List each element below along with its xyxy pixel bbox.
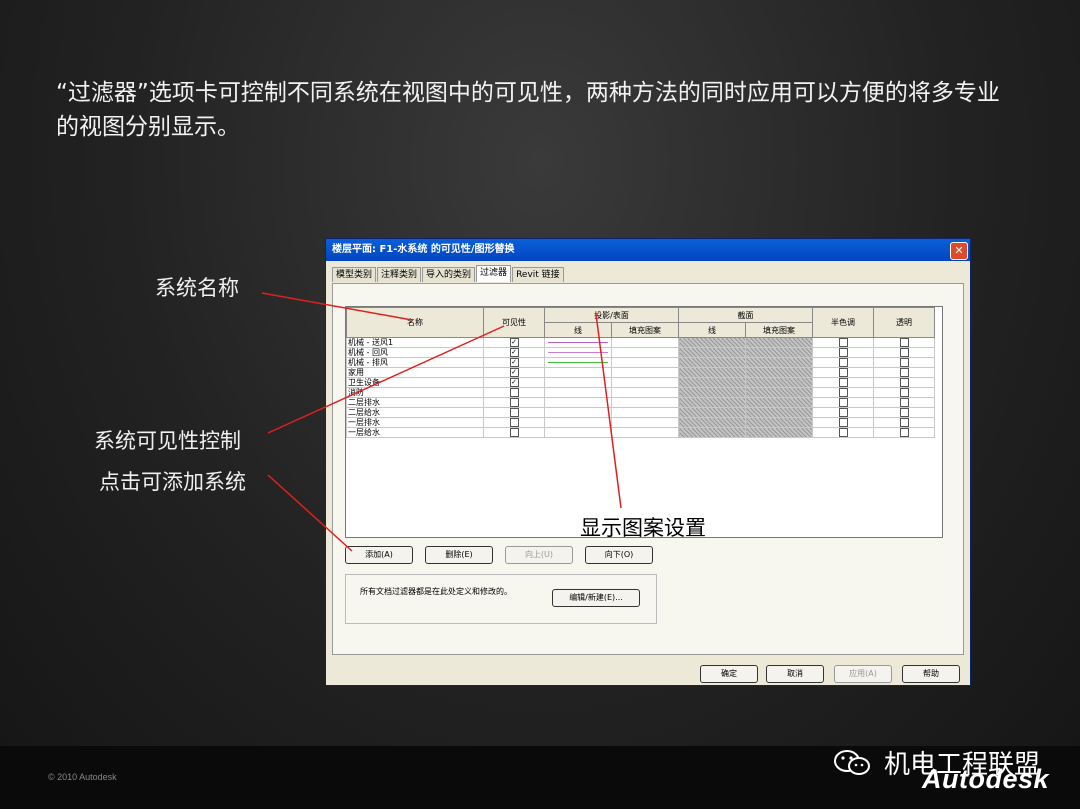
callout-line-add — [267, 474, 353, 552]
callout-line-visibility — [267, 325, 505, 434]
autodesk-logo: Autodesk — [922, 764, 1050, 794]
callout-line-pattern — [595, 313, 622, 509]
callout-line-name — [261, 292, 413, 321]
callout-lines — [261, 292, 622, 552]
wechat-icon — [834, 750, 870, 775]
copyright: © 2010 Autodesk — [48, 772, 117, 782]
